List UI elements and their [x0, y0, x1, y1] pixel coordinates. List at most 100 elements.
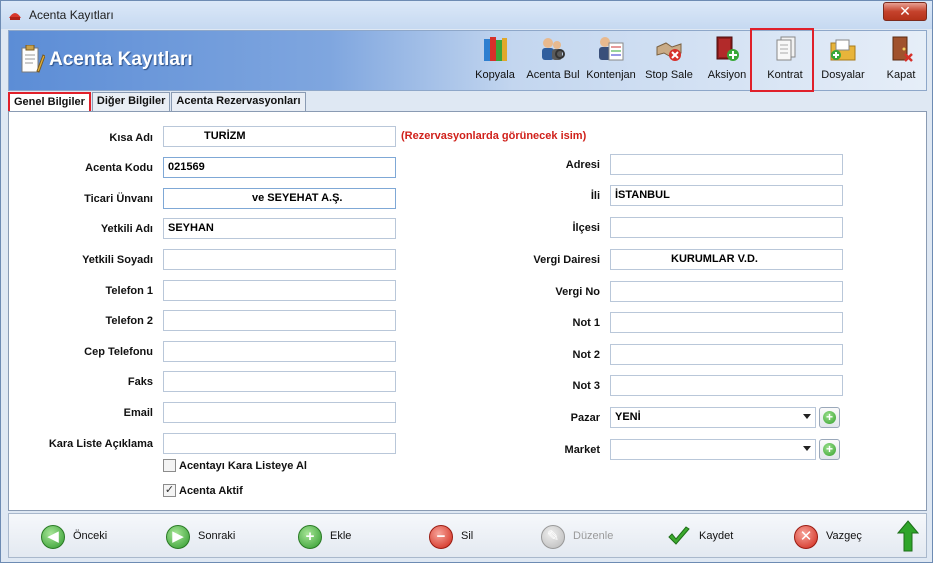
address-input[interactable] — [610, 154, 843, 175]
phone1-input[interactable] — [163, 280, 396, 301]
close-button[interactable]: Kapat — [872, 31, 930, 90]
quota-label: Kontenjan — [586, 69, 636, 81]
phone1-label: Telefon 1 — [105, 285, 153, 297]
find-agency-button[interactable]: Acenta Bul — [524, 31, 582, 90]
phone2-label: Telefon 2 — [105, 315, 153, 327]
market-segment-label: Pazar — [570, 412, 600, 424]
short-name-input[interactable]: TURİZM — [163, 126, 396, 147]
note3-label: Not 3 — [572, 380, 601, 392]
fax-label: Faks — [127, 376, 153, 388]
active-checkbox[interactable]: ✓ — [163, 484, 176, 497]
tax-number-label: Vergi No — [555, 286, 600, 298]
city-label: İli — [590, 190, 600, 202]
trade-name-label: Ticari Ünvanı — [84, 193, 153, 205]
previous-label: Önceki — [73, 530, 108, 542]
delete-label: Sil — [461, 530, 474, 542]
books-icon — [484, 37, 507, 61]
market-label: Market — [564, 444, 600, 456]
add-market-segment-button[interactable]: + — [819, 407, 840, 428]
phone2-input[interactable] — [163, 310, 396, 331]
copy-button[interactable]: Kopyala — [466, 31, 524, 90]
arrow-left-icon: ◀ — [41, 525, 65, 549]
arrow-up-icon[interactable] — [897, 520, 919, 552]
contact-first-name-input[interactable]: SEYHAN — [163, 218, 396, 239]
bottom-bar: ◀ Önceki ▶ Sonraki + Ekle − Sil ✎ Düzenl… — [8, 513, 927, 558]
stop-sale-label: Stop Sale — [645, 69, 693, 81]
mobile-phone-input[interactable] — [163, 341, 396, 362]
save-label: Kaydet — [699, 530, 734, 542]
market-segment-select[interactable]: YENİ — [610, 407, 816, 428]
contact-last-name-input[interactable] — [163, 249, 396, 270]
find-agency-label: Acenta Bul — [526, 69, 580, 81]
tax-office-input[interactable]: KURUMLAR V.D. — [610, 249, 843, 270]
plus-icon: + — [298, 525, 322, 549]
exit-door-icon — [892, 36, 913, 62]
add-label: Ekle — [330, 530, 352, 542]
blacklist-checkbox[interactable] — [163, 459, 176, 472]
market-select[interactable] — [610, 439, 816, 460]
action-button[interactable]: Aksiyon — [698, 31, 756, 90]
window-title: Acenta Kayıtları — [29, 8, 114, 22]
files-button[interactable]: Dosyalar — [814, 31, 872, 90]
close-label: Kapat — [886, 69, 916, 81]
window-close-button[interactable]: ✕ — [883, 2, 927, 21]
note2-label: Not 2 — [572, 349, 601, 361]
tab-strip: Genel Bilgiler Diğer Bilgiler Acenta Rez… — [8, 92, 307, 112]
contact-last-name-label: Yetkili Soyadı — [82, 254, 153, 266]
arrow-right-icon: ▶ — [166, 525, 190, 549]
tax-office-label: Vergi Dairesi — [533, 254, 600, 266]
toolbar: Kopyala Acenta Bul Kontenjan Stop Sale A… — [466, 31, 930, 90]
tab-other-info[interactable]: Diğer Bilgiler — [91, 92, 171, 111]
title-bar: Acenta Kayıtları ✕ — [1, 1, 932, 29]
note3-input[interactable] — [610, 375, 843, 396]
agency-code-label: Acenta Kodu — [85, 162, 153, 174]
document-pen-icon — [21, 45, 45, 73]
note1-label: Not 1 — [572, 317, 601, 329]
email-label: Email — [123, 407, 153, 419]
mobile-phone-label: Cep Telefonu — [84, 346, 153, 358]
action-book-icon — [716, 36, 739, 61]
app-window: Acenta Kayıtları ✕ Acenta Kayıtları Kopy… — [0, 0, 933, 563]
folder-icon — [830, 39, 856, 61]
chevron-down-icon — [803, 446, 811, 451]
quota-icon — [599, 37, 624, 61]
copy-label: Kopyala — [475, 69, 515, 81]
edit-label: Düzenle — [573, 530, 614, 542]
short-name-label: Kısa Adı — [109, 132, 153, 144]
quota-button[interactable]: Kontenjan — [582, 31, 640, 90]
short-name-hint: (Rezervasyonlarda görünecek isim) — [401, 130, 587, 142]
tab-agency-reservations[interactable]: Acenta Rezervasyonları — [171, 92, 306, 111]
close-icon: ✕ — [794, 525, 818, 549]
city-input[interactable]: İSTANBUL — [610, 185, 843, 206]
next-label: Sonraki — [198, 530, 236, 542]
edit-icon: ✎ — [541, 525, 565, 549]
stop-sale-icon — [656, 42, 682, 61]
plus-icon: + — [823, 411, 836, 424]
email-field[interactable] — [163, 402, 396, 423]
files-label: Dosyalar — [821, 69, 865, 81]
tab-general-info[interactable]: Genel Bilgiler — [8, 92, 91, 112]
market-segment-value: YENİ — [615, 411, 641, 423]
add-market-button[interactable]: + — [819, 439, 840, 460]
address-label: Adresi — [565, 159, 600, 171]
fax-input[interactable] — [163, 371, 396, 392]
contact-first-name-label: Yetkili Adı — [100, 223, 153, 235]
contract-highlight — [750, 28, 814, 92]
chevron-down-icon — [803, 414, 811, 419]
plus-icon: + — [823, 443, 836, 456]
blacklist-note-input[interactable] — [163, 433, 396, 454]
agency-code-input[interactable]: 021569 — [163, 157, 396, 178]
page-title: Acenta Kayıtları — [49, 49, 193, 70]
tax-number-input[interactable] — [610, 281, 843, 302]
note1-input[interactable] — [610, 312, 843, 333]
minus-icon: − — [429, 525, 453, 549]
blacklist-checkbox-label: Acentayı Kara Listeye Al — [179, 460, 307, 472]
district-label: İlçesi — [572, 222, 600, 234]
trade-name-input[interactable]: ve SEYEHAT A.Ş. — [163, 188, 396, 209]
stop-sale-button[interactable]: Stop Sale — [640, 31, 698, 90]
active-checkbox-label: Acenta Aktif — [179, 485, 243, 497]
note2-input[interactable] — [610, 344, 843, 365]
app-logo-icon — [9, 13, 21, 20]
district-input[interactable] — [610, 217, 843, 238]
cancel-label: Vazgeç — [826, 530, 862, 542]
